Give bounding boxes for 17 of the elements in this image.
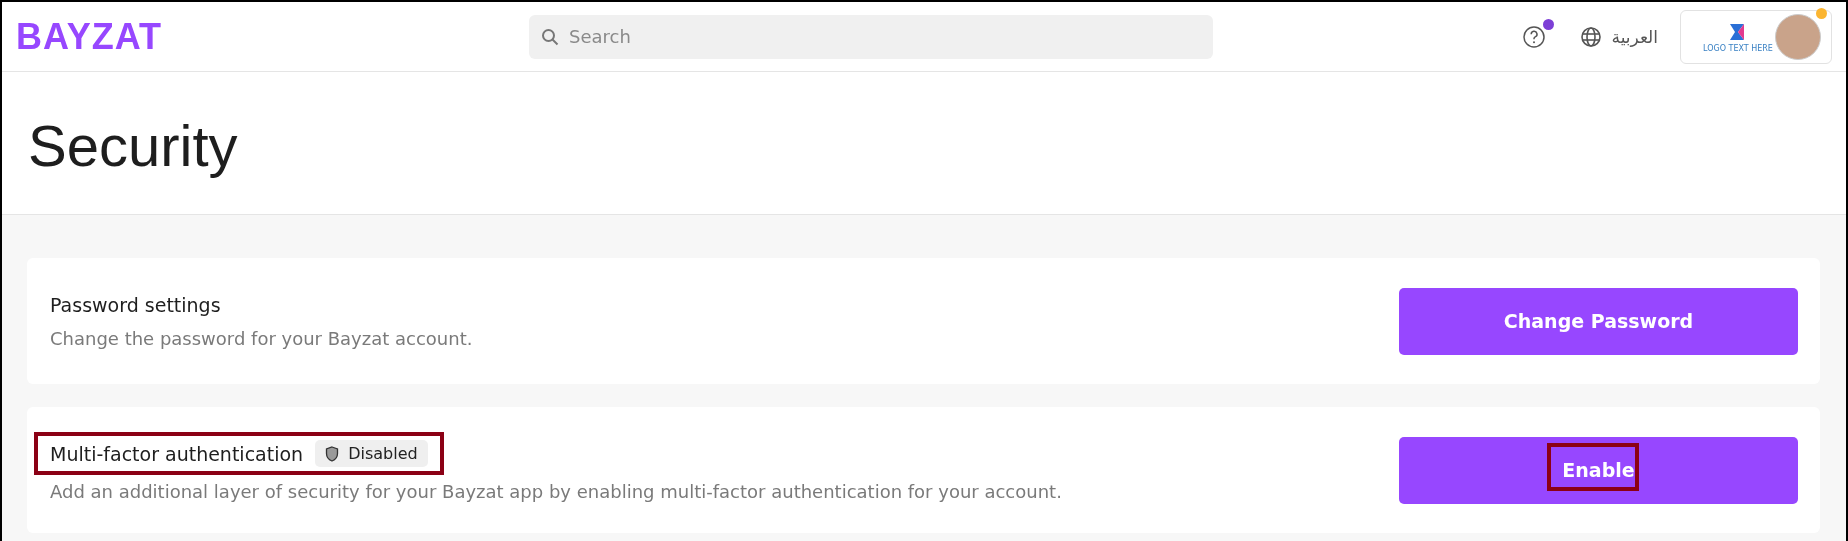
action-button[interactable]: Change Password (1399, 287, 1798, 355)
section-description: Add an additional layer of security for your Bayzat app by enabling multi-factor authentication for your account. (50, 481, 1062, 502)
avatar-placeholder (1775, 13, 1821, 60)
company-logo-text: LOGO TEXT HERE (1703, 43, 1773, 53)
action-button[interactable]: Enable (1399, 436, 1798, 504)
account-switcher[interactable]: LOGO TEXT HERE (1680, 9, 1832, 64)
section-title: Multi-factor authentication (50, 442, 304, 465)
language-link[interactable]: العربية (1611, 26, 1658, 47)
status-label: Disabled (348, 444, 418, 463)
bayzat-logo[interactable]: BAYZAT (16, 15, 529, 58)
page-title: Security (28, 111, 238, 179)
section-title: Password settings (50, 293, 221, 316)
section-description: Change the password for your Bayzat account. (50, 327, 473, 349)
search-field[interactable]: Search (529, 14, 1213, 59)
globe-icon (1579, 25, 1602, 48)
help-icon[interactable] (1521, 24, 1546, 49)
shield-icon (325, 445, 340, 462)
